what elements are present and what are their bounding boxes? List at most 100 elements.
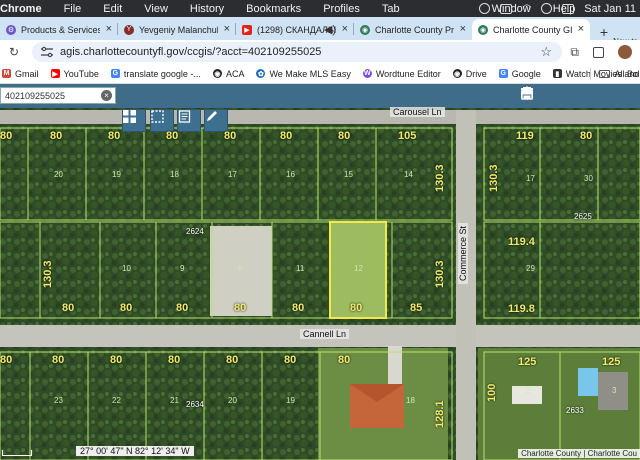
bookmark-gmail[interactable]: M Gmail xyxy=(2,69,39,79)
menu-file[interactable]: File xyxy=(64,3,82,15)
bookmark-label: translate google -... xyxy=(123,68,201,79)
globe-icon: ◉ xyxy=(452,69,462,78)
app-menu[interactable]: Chrome xyxy=(0,3,42,15)
close-icon[interactable]: × xyxy=(106,23,112,35)
lot-number: 14 xyxy=(404,170,413,179)
tab-charlotte-property[interactable]: ◉ Charlotte County Propert × xyxy=(354,19,472,40)
bookmark-label: Google xyxy=(511,68,541,79)
menu-bookmarks[interactable]: Bookmarks xyxy=(246,3,301,15)
scale-bar xyxy=(2,450,32,456)
tab-favicon-icon: ⚙ xyxy=(6,24,16,35)
gis-right-tools xyxy=(520,86,636,106)
road-label-carousel: Carousel Ln xyxy=(390,107,445,117)
address-bar[interactable]: agis.charlottecountyfl.gov/ccgis/?acct=4… xyxy=(32,42,562,62)
menu-view[interactable]: View xyxy=(144,3,168,15)
menu-history[interactable]: History xyxy=(190,3,224,15)
draw-button[interactable] xyxy=(204,109,228,132)
gis-toolbar: 402109255025 × xyxy=(0,84,640,108)
wifi-icon[interactable]: ◠ xyxy=(522,3,531,14)
grid-icon xyxy=(123,110,136,123)
lot-number: 23 xyxy=(54,396,63,405)
dimension-label: 130.3 xyxy=(42,260,54,288)
profile-avatar[interactable] xyxy=(618,45,632,59)
reload-icon[interactable]: ↻ xyxy=(6,45,22,59)
lot-number: 11 xyxy=(296,264,305,273)
dimension-label: 80 xyxy=(284,354,297,366)
gis-map[interactable]: 402109255025 × Carousel Ln Cannell Ln Co… xyxy=(0,84,640,460)
youtube-icon: ▶ xyxy=(50,69,60,78)
tab-yevgeniy[interactable]: Y Yevgeniy Malanchuk | Tra × xyxy=(118,19,236,40)
bookmark-label: ACA xyxy=(225,68,245,79)
lot-number: 8 xyxy=(238,264,243,273)
dimension-label: 105 xyxy=(398,130,417,142)
control-center-icon[interactable] xyxy=(562,3,575,14)
bookmark-translate[interactable]: G translate google -... xyxy=(110,68,201,79)
menu-tab[interactable]: Tab xyxy=(382,3,400,15)
close-icon[interactable]: × xyxy=(224,23,230,35)
dimension-label: 80 xyxy=(226,354,239,366)
tab-products-services[interactable]: ⚙ Products & Services | Pul × xyxy=(0,19,118,40)
clock[interactable]: Sat Jan 11 xyxy=(584,3,636,15)
all-bookmarks[interactable]: All Bo xyxy=(590,64,638,84)
divider xyxy=(590,68,592,80)
site-info-icon[interactable] xyxy=(40,46,54,58)
dimension-label: 119 xyxy=(516,130,534,142)
bookmark-drive[interactable]: ◉ Drive xyxy=(452,69,487,79)
close-icon[interactable]: × xyxy=(460,23,466,35)
dimension-label: 85 xyxy=(410,302,423,314)
coordinate-readout: 27° 00' 47" N 82° 12' 34" W xyxy=(76,446,194,456)
parcel-block-id: 2634 xyxy=(186,400,204,409)
map-attribution[interactable]: Charlotte County | Charlotte Cou xyxy=(518,449,640,458)
bookmark-star-icon[interactable]: ☆ xyxy=(540,44,552,60)
status-items: ◠ Sat Jan 11 xyxy=(479,0,640,17)
lot-number: 29 xyxy=(526,264,535,273)
parcel-search-input[interactable]: 402109255025 × xyxy=(0,87,116,104)
tab-favicon-icon: ◉ xyxy=(360,24,370,35)
battery-icon[interactable] xyxy=(500,3,513,14)
audio-icon[interactable]: ◀) xyxy=(324,23,336,36)
bookmark-wordtune[interactable]: W Wordtune Editor xyxy=(362,69,441,79)
search-icon[interactable] xyxy=(541,3,553,14)
clear-search-icon[interactable]: × xyxy=(101,90,112,101)
lot-number: 21 xyxy=(170,396,179,405)
dimension-label: 80 xyxy=(280,130,293,142)
side-panel-icon[interactable] xyxy=(593,46,604,58)
extensions-icon[interactable]: ⧉ xyxy=(570,45,579,60)
parcel-block-id: 2633 xyxy=(566,406,584,415)
film-icon: ▮ xyxy=(552,69,562,78)
tab-label: Products & Services | Pul xyxy=(21,24,100,35)
dimension-label: 80 xyxy=(62,302,75,314)
share-icon[interactable] xyxy=(521,86,636,104)
bookmark-mls[interactable]: ✿ We Make MLS Easy xyxy=(256,69,351,79)
search-value[interactable]: 402109255025 xyxy=(5,91,65,101)
menu-profiles[interactable]: Profiles xyxy=(323,3,360,15)
close-icon[interactable]: × xyxy=(342,23,348,35)
lot-number: 2 xyxy=(526,386,531,395)
legend-list-icon[interactable] xyxy=(521,88,561,104)
tab-youtube[interactable]: ▶ (1298) СКАНДАЛЬНЫ ◀) × xyxy=(236,19,354,40)
bookmark-youtube[interactable]: ▶ YouTube xyxy=(50,69,99,79)
url-text[interactable]: agis.charlottecountyfl.gov/ccgis/?acct=4… xyxy=(60,46,321,58)
info-icon[interactable] xyxy=(521,87,586,104)
google-icon: G xyxy=(498,69,508,78)
menu-edit[interactable]: Edit xyxy=(103,3,122,15)
lot-number: 12 xyxy=(354,264,363,273)
lot-number: 19 xyxy=(112,170,121,179)
dimension-label: 80 xyxy=(338,354,351,366)
record-icon[interactable] xyxy=(479,3,491,14)
bookmark-aca[interactable]: ◉ ACA xyxy=(212,68,245,79)
parcel-block-id: 2624 xyxy=(186,227,204,236)
bookmark-google[interactable]: G Google xyxy=(498,68,541,79)
grid-view-button[interactable] xyxy=(122,109,146,132)
dimension-label: 80 xyxy=(338,130,351,142)
notes-button[interactable] xyxy=(177,109,201,132)
dimension-label: 80 xyxy=(120,302,133,314)
tab-charlotte-gis[interactable]: ◉ Charlotte County GIS × xyxy=(472,19,590,40)
dimension-label: 128.1 xyxy=(434,400,446,428)
select-area-button[interactable] xyxy=(150,109,174,132)
select-rectangle-icon xyxy=(151,110,164,123)
bookmarks-bar: M Gmail ▶ YouTube G translate google -..… xyxy=(0,64,640,84)
close-icon[interactable]: × xyxy=(578,23,584,35)
dimension-label: 130.3 xyxy=(434,164,446,192)
print-icon[interactable] xyxy=(521,87,611,104)
